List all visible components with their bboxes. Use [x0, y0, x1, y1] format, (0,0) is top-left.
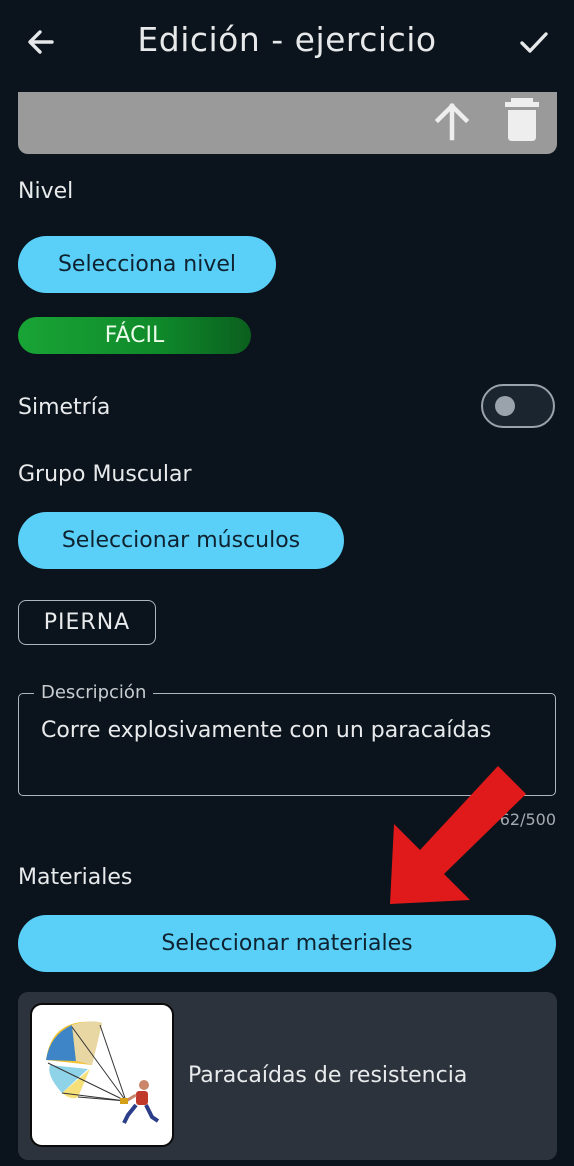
nivel-label: Nivel [18, 179, 74, 204]
muscle-group-label: Grupo Muscular [18, 462, 192, 487]
arrow-up-icon [434, 102, 470, 141]
select-level-button[interactable]: Selecciona nivel [18, 236, 276, 293]
trash-icon [505, 98, 539, 141]
annotation-arrow-icon [390, 766, 526, 904]
delete-image-button[interactable] [500, 96, 544, 144]
symmetry-toggle[interactable] [481, 384, 555, 428]
check-icon [520, 32, 548, 53]
materials-label: Materiales [18, 865, 133, 890]
level-badge: FÁCIL [18, 317, 251, 354]
description-legend: Descripción [34, 682, 154, 703]
select-materials-button[interactable]: Seleccionar materiales [18, 915, 556, 972]
material-name: Paracaídas de resistencia [188, 1063, 468, 1088]
simetria-label: Simetría [18, 395, 111, 420]
toggle-knob [495, 396, 515, 416]
page-title: Edición - ejercicio [137, 20, 437, 59]
material-thumbnail [30, 1003, 174, 1147]
exercise-image-preview [18, 92, 557, 154]
muscle-chip[interactable]: PIERNA [18, 600, 156, 645]
parachute-runner-icon [46, 1021, 160, 1124]
save-button[interactable] [514, 22, 554, 62]
select-muscles-button[interactable]: Seleccionar músculos [18, 512, 344, 569]
upload-button[interactable] [430, 96, 474, 144]
description-value[interactable]: Corre explosivamente con un paracaídas [41, 716, 521, 745]
